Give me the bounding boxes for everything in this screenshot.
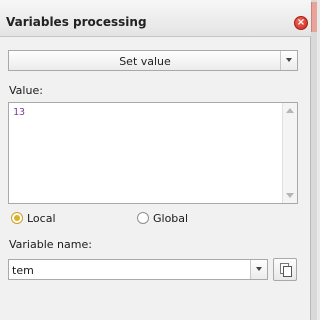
- operation-dropdown-button[interactable]: [280, 51, 297, 70]
- scroll-down-icon[interactable]: [286, 193, 294, 198]
- copy-button[interactable]: [273, 258, 297, 281]
- variable-name-label: Variable name:: [9, 238, 92, 251]
- value-scrollbar[interactable]: [282, 103, 297, 203]
- value-text: 13: [13, 107, 26, 118]
- radio-global[interactable]: [137, 212, 149, 224]
- scope-global-option[interactable]: Global: [137, 211, 207, 227]
- chevron-down-icon: [286, 58, 292, 62]
- radio-local-label: Local: [27, 212, 56, 225]
- variable-name-combobox[interactable]: tem: [8, 259, 268, 280]
- radio-global-label: Global: [153, 212, 189, 225]
- background-window-edge: [311, 2, 317, 32]
- close-icon[interactable]: ×: [294, 16, 308, 30]
- scroll-up-icon[interactable]: [286, 108, 294, 113]
- background-window: [311, 0, 317, 320]
- operation-dropdown[interactable]: Set value: [8, 50, 298, 71]
- variable-name-dropdown-button[interactable]: [250, 260, 267, 279]
- panel-title: Variables processing: [6, 15, 147, 29]
- variables-processing-panel: Variables processing × Set value Value: …: [0, 0, 311, 320]
- value-label: Value:: [9, 84, 43, 97]
- value-textarea[interactable]: 13: [8, 102, 298, 204]
- operation-selected-value: Set value: [119, 55, 171, 68]
- copy-icon-front: [283, 266, 292, 277]
- title-bar: Variables processing ×: [0, 0, 311, 37]
- scope-local-option[interactable]: Local: [11, 211, 71, 227]
- variable-name-value: tem: [12, 264, 34, 277]
- chevron-down-icon: [256, 267, 262, 271]
- radio-local[interactable]: [11, 212, 23, 224]
